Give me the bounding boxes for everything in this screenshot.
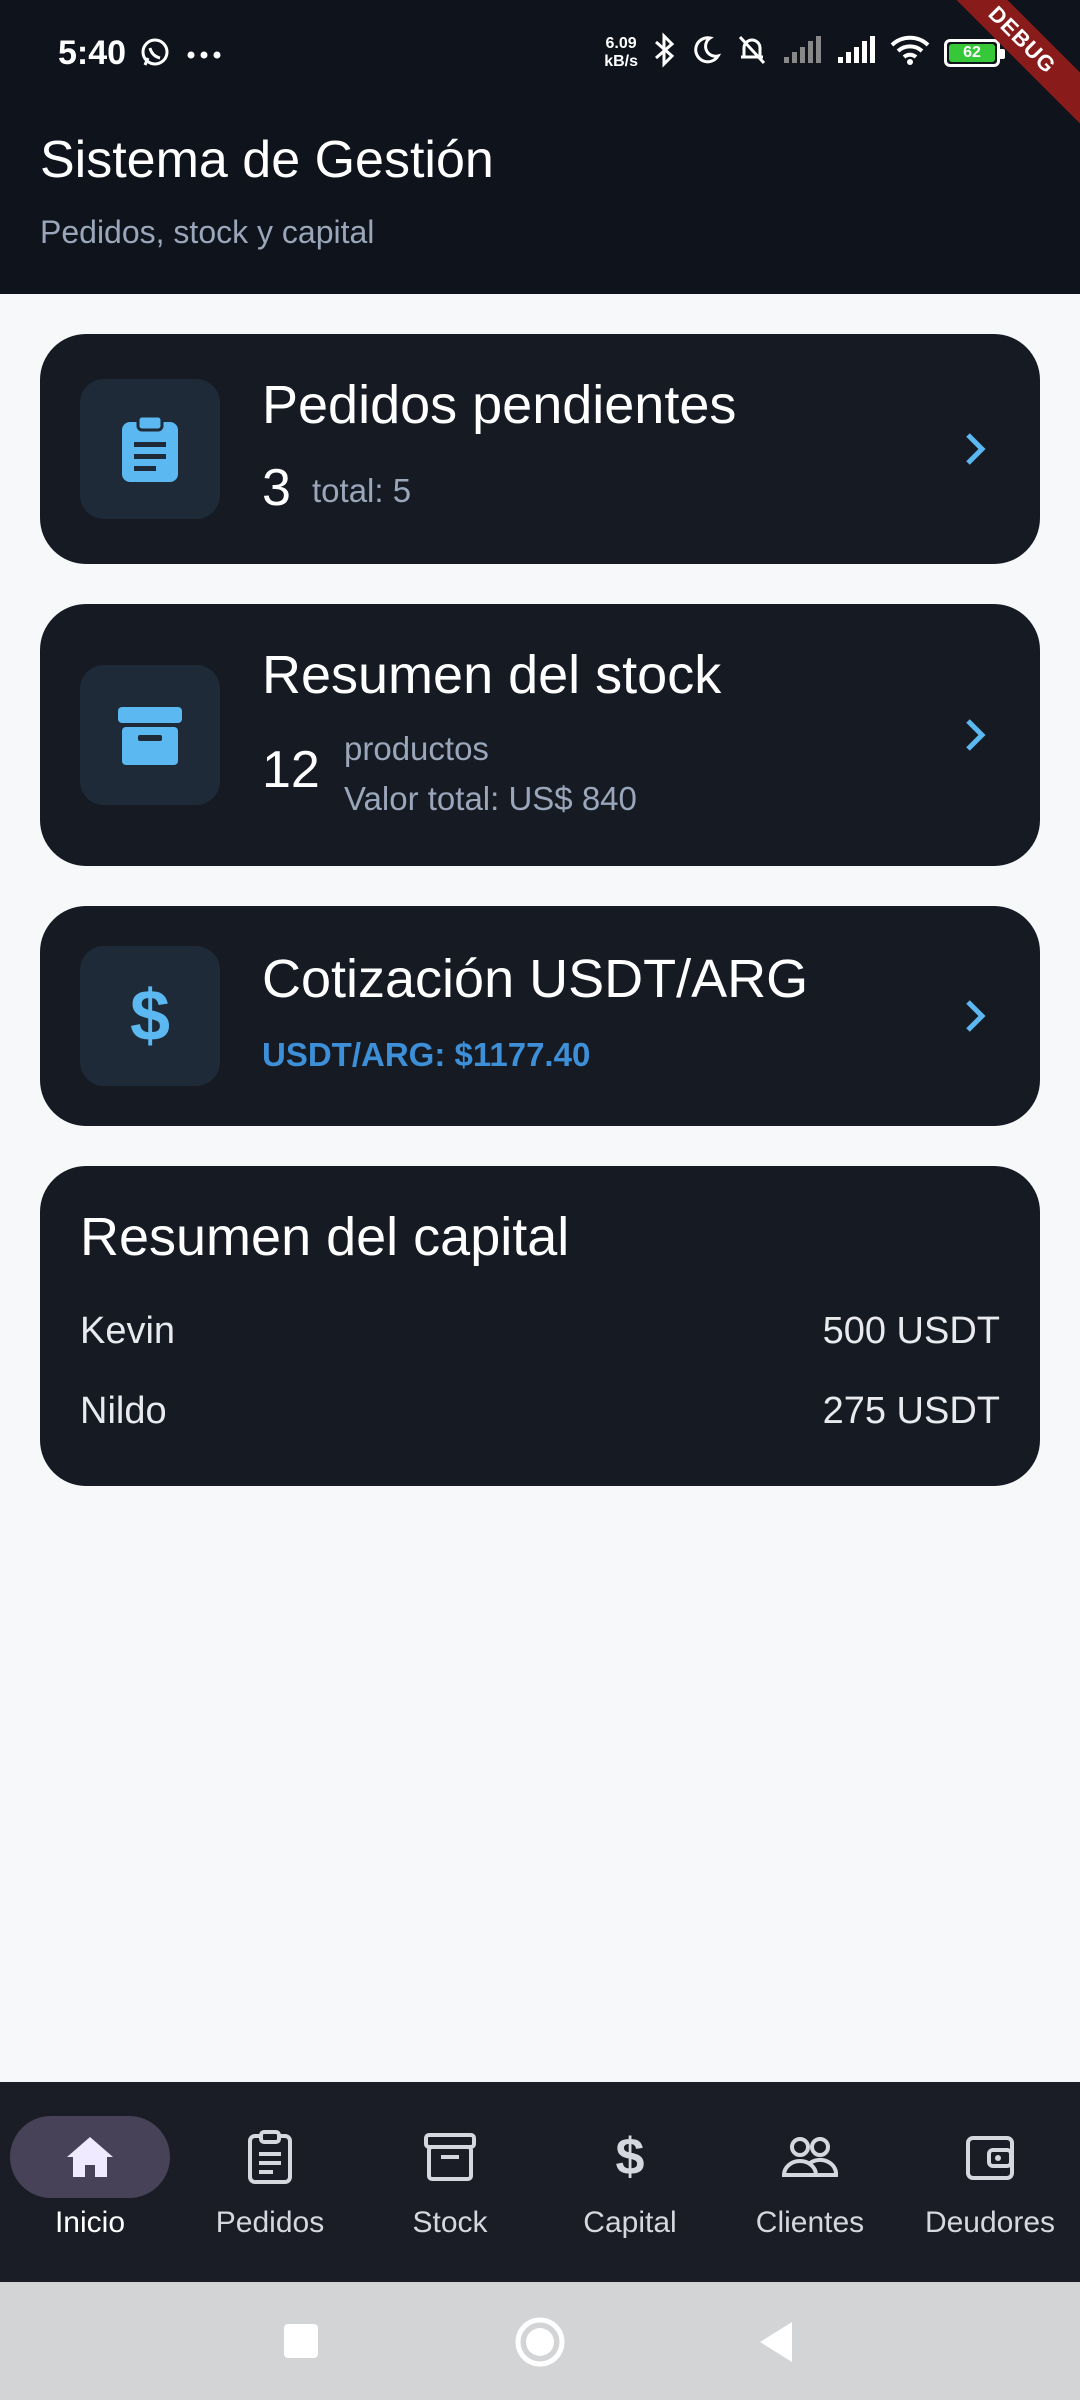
network-speed: 6.09 kB/s (604, 35, 638, 71)
net-speed-value: 6.09 (605, 34, 637, 52)
signal-icon (782, 35, 822, 70)
status-time: 5:40 (58, 34, 127, 72)
status-bar: 5:40 6.09 kB/s 62 DEBUG (0, 0, 1080, 138)
more-icon (186, 47, 222, 65)
nav-label: Pedidos (215, 2206, 325, 2239)
nav-item-inicio[interactable]: Inicio (0, 2082, 180, 2282)
wallet-icon (966, 2136, 1014, 2180)
nav-item-clientes[interactable]: Clientes (720, 2082, 900, 2282)
partner-name: Kevin (80, 1310, 176, 1352)
page-subtitle: Pedidos, stock y capital (40, 214, 375, 250)
app-header: 5:40 6.09 kB/s 62 DEBUG Sistema de Gesti… (0, 0, 1080, 294)
pending-orders-count: 3 (262, 459, 291, 517)
recents-button[interactable] (282, 2322, 320, 2360)
capital-row: Nildo 275 USDT (80, 1390, 1000, 1440)
partner-name: Nildo (80, 1390, 167, 1432)
partner-amount: 500 USDT (822, 1310, 1000, 1352)
card-title: Resumen del stock (262, 645, 722, 705)
wifi-icon (890, 34, 930, 71)
back-button[interactable] (756, 2320, 796, 2364)
usdt-rate: USDT/ARG: $1177.40 (262, 1036, 591, 1073)
card-title: Resumen del capital (80, 1207, 570, 1267)
home-icon (67, 2137, 113, 2177)
nav-label: Inicio (54, 2206, 126, 2239)
moon-icon (690, 34, 722, 71)
system-navigation-bar (0, 2282, 1080, 2400)
stock-product-count: 12 (262, 741, 320, 799)
chevron-right-icon (966, 1000, 986, 1032)
nav-label: Clientes (755, 2206, 865, 2239)
archive-box-icon (424, 2133, 476, 2181)
capital-summary-card: Resumen del capital Kevin 500 USDT Nildo… (40, 1166, 1040, 1486)
dollar-icon: $ (615, 2128, 645, 2186)
nav-item-capital[interactable]: $ Capital (540, 2082, 720, 2282)
home-button[interactable] (514, 2316, 566, 2368)
page-title: Sistema de Gestión (40, 131, 494, 189)
exchange-rate-card[interactable]: $ Cotización USDT/ARG USDT/ARG: $1177.40 (40, 906, 1040, 1126)
battery-icon: 62 (944, 38, 1005, 67)
chevron-right-icon (966, 719, 986, 751)
partner-amount: 275 USDT (822, 1390, 1000, 1432)
net-speed-unit: kB/s (604, 52, 638, 70)
stock-summary-card[interactable]: Resumen del stock 12 productos Valor tot… (40, 604, 1040, 866)
bottom-navigation: Inicio Pedidos Stock $ Capital Clientes … (0, 2082, 1080, 2282)
nav-label: Capital (583, 2206, 677, 2239)
bell-off-icon (736, 33, 768, 72)
battery-level: 62 (949, 43, 995, 62)
clipboard-icon (248, 2130, 292, 2184)
dollar-icon: $ (80, 946, 220, 1086)
signal-icon (836, 35, 876, 70)
app-root: 5:40 6.09 kB/s 62 DEBUG Sistema de Gesti… (0, 0, 1080, 2400)
stock-total-value: Valor total: US$ 840 (344, 780, 637, 817)
chevron-right-icon (966, 433, 986, 465)
pending-orders-card[interactable]: Pedidos pendientes 3 total: 5 (40, 334, 1040, 564)
clipboard-icon (80, 379, 220, 519)
archive-box-icon (80, 665, 220, 805)
stock-unit-label: productos (344, 730, 489, 767)
nav-label: Deudores (924, 2206, 1056, 2239)
bluetooth-icon (652, 32, 676, 73)
capital-row: Kevin 500 USDT (80, 1310, 1000, 1360)
orders-total: total: 5 (312, 472, 412, 509)
nav-item-pedidos[interactable]: Pedidos (180, 2082, 360, 2282)
whatsapp-icon (138, 36, 172, 75)
card-title: Cotización USDT/ARG (262, 949, 809, 1009)
nav-label: Stock (412, 2206, 488, 2239)
people-icon (781, 2137, 839, 2177)
card-title: Pedidos pendientes (262, 375, 737, 435)
nav-item-deudores[interactable]: Deudores (900, 2082, 1080, 2282)
nav-item-stock[interactable]: Stock (360, 2082, 540, 2282)
